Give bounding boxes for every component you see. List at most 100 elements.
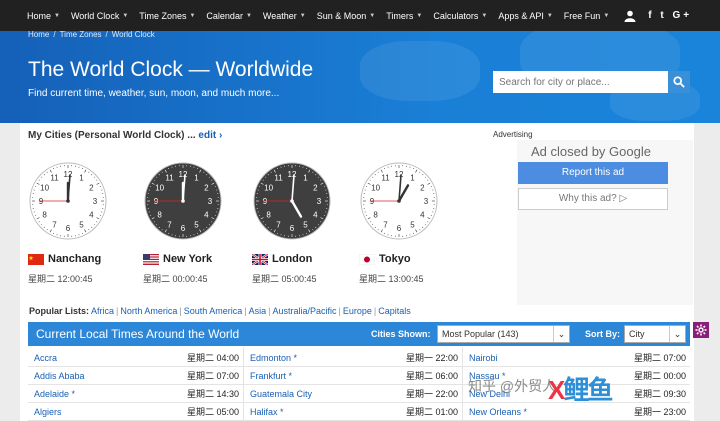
search-icon [673, 76, 685, 88]
chevron-down-icon: ⌄ [669, 326, 685, 342]
sort-by-select[interactable]: City ⌄ [624, 325, 686, 343]
table-title: Current Local Times Around the World [36, 327, 240, 341]
city-link[interactable]: Addis Ababa [34, 367, 85, 385]
svg-text:9: 9 [39, 197, 44, 206]
nav-item-apps-api[interactable]: Apps & API ▼ [498, 11, 552, 21]
breadcrumb-item[interactable]: Home [28, 30, 49, 39]
city-name[interactable]: Nanchang [28, 253, 101, 265]
ad-closed-text: Ad closed by Google [531, 144, 651, 159]
table-row: Guatemala City 星期一 22:00 [244, 385, 462, 403]
chevron-down-icon: ▼ [54, 12, 60, 19]
city-link[interactable]: Nairobi [469, 349, 498, 367]
nav-item-time-zones[interactable]: Time Zones ▼ [139, 11, 195, 21]
city-local-time: 星期一 23:00 [633, 407, 686, 417]
city-local-time: 星期二 04:00 [186, 353, 239, 363]
city-link[interactable]: Adelaide * [34, 385, 75, 403]
page-subtitle: Find current time, weather, sun, moon, a… [28, 88, 280, 99]
user-icon[interactable] [624, 10, 636, 22]
popular-link[interactable]: Europe [343, 306, 372, 316]
table-row: Nairobi 星期二 07:00 [463, 349, 690, 367]
svg-text:8: 8 [373, 211, 378, 220]
popular-link[interactable]: Africa [91, 306, 114, 316]
city-link[interactable]: Accra [34, 349, 57, 367]
search-button[interactable] [668, 71, 690, 93]
chevron-down-icon: ⌄ [553, 326, 569, 342]
svg-text:4: 4 [204, 211, 209, 220]
city-name[interactable]: Tokyo [358, 253, 411, 265]
nav-item-timers[interactable]: Timers ▼ [386, 11, 422, 21]
city-local-time: 星期二 00:00 [633, 371, 686, 381]
analog-clock: 12 12 3 45678 9 1011 [144, 162, 222, 240]
uk-flag-icon [251, 252, 269, 266]
city-time: 星期二 05:00:45 [252, 274, 317, 284]
report-ad-button[interactable]: Report this ad [518, 162, 668, 184]
city-name[interactable]: New York [143, 253, 212, 265]
cities-shown-select[interactable]: Most Popular (143) ⌄ [437, 325, 570, 343]
city-local-time: 星期二 01:00 [405, 407, 458, 417]
svg-text:6: 6 [181, 224, 186, 233]
link-separator: | [116, 306, 119, 316]
svg-text:4: 4 [89, 211, 94, 220]
nav-item-sun-moon[interactable]: Sun & Moon ▼ [317, 11, 375, 21]
nav-item-weather[interactable]: Weather ▼ [263, 11, 306, 21]
city-link[interactable]: Edmonton * [250, 349, 297, 367]
city-link[interactable]: Algiers [34, 403, 62, 421]
svg-text:3: 3 [208, 197, 213, 206]
chevron-down-icon: ▼ [189, 12, 196, 19]
search-input[interactable] [493, 71, 668, 93]
nav-item-world-clock[interactable]: World Clock ▼ [71, 11, 128, 21]
top-nav: Home ▼ World Clock ▼ Time Zones ▼ Calendar ▼ Wea… [0, 0, 720, 31]
my-cities-label: My Cities (Personal World Clock) ... [28, 130, 196, 141]
svg-text:11: 11 [165, 174, 174, 183]
city-link[interactable]: Frankfurt * [250, 367, 292, 385]
breadcrumb-item[interactable]: Time Zones [60, 30, 102, 39]
svg-text:9: 9 [154, 197, 159, 206]
svg-text:6: 6 [66, 224, 71, 233]
breadcrumb-separator: / [53, 30, 56, 39]
popular-link[interactable]: Asia [249, 306, 267, 316]
nav-item-free-fun[interactable]: Free Fun ▼ [564, 11, 609, 21]
svg-text:10: 10 [264, 184, 273, 193]
svg-text:2: 2 [89, 184, 94, 193]
table-row: Accra 星期二 04:00 [28, 349, 243, 367]
svg-text:8: 8 [157, 211, 162, 220]
svg-text:10: 10 [155, 184, 164, 193]
svg-text:12: 12 [64, 170, 73, 179]
popular-link[interactable]: South America [184, 306, 243, 316]
svg-text:7: 7 [167, 220, 172, 229]
svg-text:3: 3 [93, 197, 98, 206]
popular-link[interactable]: Capitals [378, 306, 411, 316]
nav-item-calculators[interactable]: Calculators ▼ [433, 11, 487, 21]
why-this-ad-button[interactable]: Why this ad? ▷ [518, 188, 668, 210]
svg-text:11: 11 [50, 174, 59, 183]
city-time: 星期二 13:00:45 [359, 274, 424, 284]
cities-shown-label: Cities Shown: [371, 329, 431, 339]
link-separator: | [268, 306, 271, 316]
popular-link[interactable]: North America [120, 306, 177, 316]
chevron-down-icon: ▼ [603, 12, 610, 19]
svg-text:7: 7 [276, 220, 281, 229]
analog-clock: 12 12 3 45678 9 1011 [29, 162, 107, 240]
link-separator: | [244, 306, 247, 316]
nav-item-calendar[interactable]: Calendar ▼ [206, 11, 251, 21]
chevron-down-icon: ▼ [245, 12, 252, 19]
svg-text:1: 1 [410, 174, 415, 183]
city-local-time: 星期一 22:00 [405, 389, 458, 399]
breadcrumb-item[interactable]: World Clock [112, 30, 155, 39]
city-link[interactable]: New Orleans * [469, 403, 527, 421]
city-link[interactable]: Guatemala City [250, 385, 312, 403]
edit-link[interactable]: edit › [198, 130, 222, 141]
city-local-time: 星期一 22:00 [405, 353, 458, 363]
table-row: Algiers 星期二 05:00 [28, 403, 243, 421]
popular-lists-label: Popular Lists: [29, 306, 90, 316]
japan-flag-icon [358, 253, 376, 265]
city-name[interactable]: London [251, 252, 312, 266]
city-link[interactable]: Halifax * [250, 403, 284, 421]
analog-clock: 12 12 3 45678 9 1011 [360, 162, 438, 240]
settings-button[interactable] [693, 322, 709, 338]
popular-link[interactable]: Australia/Pacific [273, 306, 337, 316]
table-row: Addis Ababa 星期二 07:00 [28, 367, 243, 385]
nav-item-home[interactable]: Home ▼ [27, 11, 60, 21]
social-icons[interactable]: f t G+ [648, 10, 692, 21]
svg-text:5: 5 [410, 220, 415, 229]
